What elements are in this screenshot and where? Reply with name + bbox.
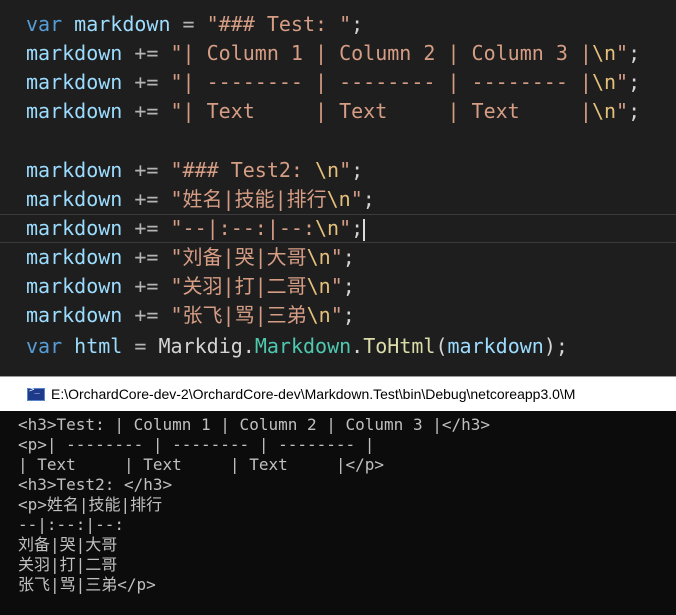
keyword: var [26,12,63,36]
argument: markdown [447,334,544,358]
code-line-7: markdown += "姓名|技能|排行\n"; [26,185,375,214]
identifier: markdown [26,187,123,211]
operator: = [182,12,195,36]
code-line-4: markdown += "| Text | Text | Text |\n"; [26,97,640,126]
semicolon: ; [342,274,355,298]
operator: += [134,245,159,269]
semicolon: ; [342,303,355,327]
operator: += [134,41,159,65]
console-line: 张飞|骂|三弟</p> [18,575,156,594]
identifier: markdown [26,274,123,298]
operator: += [134,216,159,240]
operator: += [134,303,159,327]
string-literal: "| -------- | -------- | -------- | [170,70,592,94]
semicolon: ; [362,187,375,211]
identifier: markdown [74,12,171,36]
operator: += [134,274,159,298]
code-line-1: var markdown = "### Test: "; [26,10,363,39]
namespace: Markdig [158,334,243,358]
open-paren: ( [435,334,448,358]
semicolon: ; [351,216,364,240]
identifier: markdown [26,216,123,240]
code-line-11: markdown += "张飞|骂|三弟\n"; [26,301,355,330]
keyword: var [26,334,63,358]
console-window[interactable]: E:\OrchardCore-dev-2\OrchardCore-dev\Mar… [0,376,676,615]
code-line-6: markdown += "### Test2: \n"; [26,156,363,185]
escape-sequence: \n [326,187,351,211]
identifier: markdown [26,158,123,182]
semicolon: ; [628,70,641,94]
string-end: " [350,187,363,211]
operator: += [134,158,159,182]
code-editor[interactable]: var markdown = "### Test: "; markdown +=… [0,0,676,376]
semicolon: ; [628,41,641,65]
string-end: " [330,274,343,298]
operator: += [134,70,159,94]
string-literal: "姓名|技能|排行 [170,187,327,211]
console-line: <p>姓名|技能|排行 [18,495,163,514]
close-paren: ) [543,334,556,358]
code-line-2: markdown += "| Column 1 | Column 2 | Col… [26,39,640,68]
escape-sequence: \n [591,99,617,123]
string-literal: "| Text | Text | Text | [170,99,592,123]
dot: . [242,334,255,358]
semicolon: ; [555,334,568,358]
console-title: E:\OrchardCore-dev-2\OrchardCore-dev\Mar… [51,386,576,402]
console-line: | Text | Text | Text |</p> [18,455,385,474]
string-literal: "| Column 1 | Column 2 | Column 3 | [170,41,592,65]
operator: += [134,187,159,211]
escape-sequence: \n [591,70,617,94]
console-line: --|:--:|--: [18,515,124,534]
string-end: " [339,158,352,182]
console-line: <h3>Test2: </h3> [18,475,173,494]
operator: += [134,99,159,123]
code-line-8-current[interactable]: markdown += "--|:--:|--:\n"; [0,214,676,243]
identifier: html [74,334,123,358]
string-literal: "关羽|打|二哥 [170,274,307,298]
escape-sequence: \n [315,216,340,240]
class-name: Markdown [254,334,352,358]
string-end: " [616,99,629,123]
text-caret [363,218,366,241]
console-line: 刘备|哭|大哥 [18,535,118,554]
escape-sequence: \n [306,274,331,298]
code-line-12: var html = Markdig.Markdown.ToHtml(markd… [26,332,568,361]
escape-sequence: \n [306,245,331,269]
string-end: " [330,303,343,327]
operator: = [134,334,147,358]
string-end: " [616,70,629,94]
identifier: markdown [26,41,123,65]
console-app-icon [27,385,45,401]
string-literal: "刘备|哭|大哥 [170,245,307,269]
identifier: markdown [26,99,123,123]
code-line-9: markdown += "刘备|哭|大哥\n"; [26,243,355,272]
string-end: " [339,216,352,240]
identifier: markdown [26,70,123,94]
string-literal: "--|:--:|--: [170,216,316,240]
identifier: markdown [26,245,123,269]
console-output: <h3>Test: | Column 1 | Column 2 | Column… [18,415,676,595]
escape-sequence: \n [315,158,340,182]
string-literal: "张飞|骂|三弟 [170,303,307,327]
identifier: markdown [26,303,123,327]
escape-sequence: \n [306,303,331,327]
code-line-10: markdown += "关羽|打|二哥\n"; [26,272,355,301]
dot: . [351,334,364,358]
method-name: ToHtml [363,334,436,358]
semicolon: ; [351,12,364,36]
string-end: " [616,41,629,65]
console-line: 关羽|打|二哥 [18,555,118,574]
string-literal: "### Test2: [170,158,316,182]
console-line: <h3>Test: | Column 1 | Column 2 | Column… [18,415,491,434]
string-end: " [330,245,343,269]
string-literal: "### Test: " [206,12,352,36]
semicolon: ; [342,245,355,269]
console-titlebar[interactable]: E:\OrchardCore-dev-2\OrchardCore-dev\Mar… [0,377,676,411]
code-line-3: markdown += "| -------- | -------- | ---… [26,68,640,97]
semicolon: ; [351,158,364,182]
escape-sequence: \n [591,41,617,65]
console-line: <p>| -------- | -------- | -------- | [18,435,375,454]
semicolon: ; [628,99,641,123]
